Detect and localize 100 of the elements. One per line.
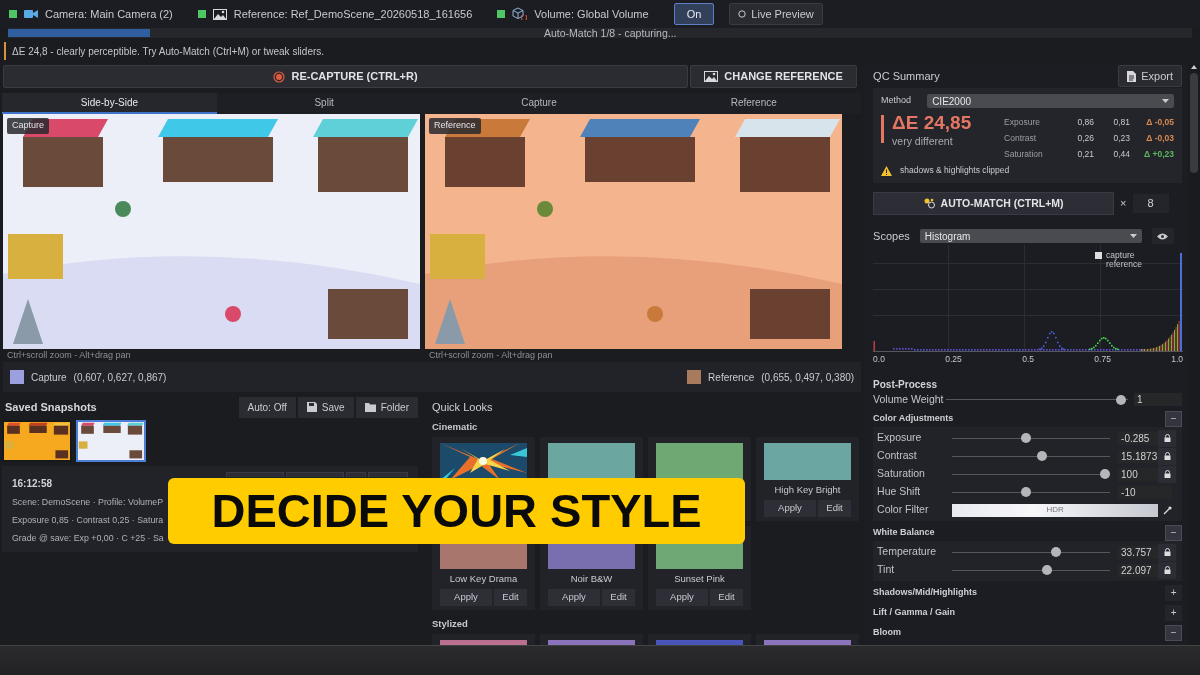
toggle-button[interactable]: + <box>1165 584 1183 601</box>
section-header: Bloom <box>873 625 902 639</box>
scroll-thumb[interactable] <box>1190 73 1198 173</box>
metric-name: Contrast <box>1004 131 1038 145</box>
export-button[interactable]: Export <box>1118 64 1183 88</box>
edit-button[interactable]: Edit <box>494 589 527 606</box>
section-header: Lift / Gamma / Gain <box>873 605 956 619</box>
snapshot-button[interactable]: Folder <box>355 396 418 418</box>
group-title: Stylized <box>432 616 469 631</box>
apply-button[interactable]: Apply <box>764 500 816 517</box>
snapshot-button[interactable]: Save <box>297 396 354 418</box>
caret-icon <box>1129 234 1137 238</box>
method-select[interactable]: CIE2000 <box>927 94 1175 108</box>
image-icon <box>212 8 227 20</box>
live-preview-button[interactable]: Live Preview <box>729 2 823 26</box>
viewer-hint: Ctrl+scroll zoom - Alt+drag pan <box>6 349 132 361</box>
metric-value: 0,44 <box>1112 147 1131 161</box>
section-header: Color Adjustments <box>873 411 954 425</box>
slider-label: Tint <box>877 562 896 578</box>
circle-icon <box>738 10 747 18</box>
change-reference-button[interactable]: CHANGE REFERENCE <box>690 65 858 88</box>
value-field[interactable]: -0.285 <box>1118 431 1159 445</box>
edit-button[interactable]: Edit <box>602 589 635 606</box>
eye-button[interactable] <box>1151 228 1174 244</box>
tick-label: 0.25 <box>945 353 962 365</box>
edit-button[interactable]: Edit <box>710 589 743 606</box>
hint-message: ΔE 24,8 - clearly perceptible. Try Auto-Match (Ctrl+M) or tweak sliders. <box>4 42 1200 60</box>
apply-button[interactable]: Apply <box>548 589 600 606</box>
lock-button[interactable] <box>1158 561 1177 579</box>
slider-label: Temperature <box>877 544 938 560</box>
slider-thumb[interactable] <box>1021 487 1032 497</box>
eyedropper-icon <box>1162 505 1172 515</box>
times-label: × <box>1120 196 1127 212</box>
warning-text: shadows & highlights clipped <box>900 164 1010 177</box>
slider-label: Contrast <box>877 448 918 464</box>
slider-thumb[interactable] <box>1100 469 1111 479</box>
section-title: Quick Looks <box>432 399 494 415</box>
slider-label: Exposure <box>877 430 923 446</box>
image-icon <box>704 71 719 82</box>
metric-delta: Δ +0,23 <box>1143 147 1175 161</box>
toggle-button[interactable]: + <box>1165 604 1183 621</box>
group-title: Cinematic <box>432 419 479 434</box>
toggle-button[interactable]: − <box>1165 624 1183 641</box>
snapshot-thumbnail[interactable] <box>76 420 146 462</box>
lock-icon <box>1163 434 1171 442</box>
slider-thumb[interactable] <box>1021 433 1032 443</box>
look-name: High Key Bright <box>774 483 841 497</box>
snapshot-thumbnail[interactable] <box>2 420 72 462</box>
value-field[interactable]: 100 <box>1118 467 1159 481</box>
status-text: Auto-Match 1/8 - capturing... <box>544 26 677 41</box>
lock-button[interactable] <box>1158 447 1177 465</box>
snapshot-info: Grade @ save: Exp +0,00 · C +25 · Sa <box>12 532 165 546</box>
snapshot-time: 16:12:58 <box>12 477 53 491</box>
value-field[interactable]: -10 <box>1118 485 1173 499</box>
look-name: Noir B&W <box>570 572 613 586</box>
scope-select[interactable]: Histogram <box>919 229 1142 243</box>
view-tab[interactable]: Capture <box>431 93 647 114</box>
toggle-button[interactable]: − <box>1165 524 1183 541</box>
value-field[interactable]: 1 <box>1134 393 1183 406</box>
lock-icon <box>1163 452 1171 460</box>
count-field[interactable]: 8 <box>1132 194 1169 213</box>
view-tab[interactable]: Split <box>216 93 432 114</box>
metric-value: 0,86 <box>1076 116 1095 129</box>
look-name: Low Key Drama <box>449 572 518 586</box>
apply-button[interactable]: Apply <box>440 589 492 606</box>
view-tab[interactable]: Reference <box>646 93 862 114</box>
record-icon <box>273 70 286 83</box>
value-field[interactable]: 33.757 <box>1118 545 1159 559</box>
slider-thumb[interactable] <box>1115 394 1126 405</box>
snapshot-button[interactable]: Auto: Off <box>238 396 296 418</box>
lock-button[interactable] <box>1158 465 1177 483</box>
color-filter-field[interactable]: HDR <box>952 503 1159 517</box>
camera-icon <box>24 9 38 19</box>
toggle-button[interactable]: On <box>673 2 715 26</box>
legend-label: reference <box>1106 260 1142 269</box>
value-field[interactable]: 22.097 <box>1118 563 1159 577</box>
toolbar-label: Reference: Ref_DemoScene_20260518_161656 <box>233 6 473 22</box>
viewer-hint: Ctrl+scroll zoom - Alt+drag pan <box>428 349 554 361</box>
legend-swatch <box>1095 252 1103 259</box>
lock-button[interactable] <box>1158 429 1177 447</box>
view-tab[interactable]: Side-by-Side <box>2 93 217 114</box>
delta-bar <box>881 115 885 143</box>
toolbar-label: Volume: Global Volume <box>534 6 649 22</box>
slider-label: Saturation <box>877 466 926 482</box>
value-field[interactable]: 15.1873 <box>1118 449 1159 463</box>
edit-button[interactable]: Edit <box>818 500 851 517</box>
recapture-button[interactable]: RE-CAPTURE (CTRL+R) <box>3 65 689 88</box>
apply-button[interactable]: Apply <box>656 589 708 606</box>
toggle-button[interactable]: − <box>1165 410 1183 427</box>
legend-label: capture <box>1106 251 1135 260</box>
lock-button[interactable] <box>1158 543 1177 561</box>
slider-thumb[interactable] <box>1041 565 1052 575</box>
section-header: Shadows/Mid/Highlights <box>873 585 978 599</box>
lock-icon <box>1163 470 1171 478</box>
metric-value: 0,26 <box>1076 131 1095 145</box>
auto-match-button[interactable]: AUTO-MATCH (CTRL+M) <box>873 192 1115 215</box>
lock-icon <box>1163 566 1171 574</box>
slider-thumb[interactable] <box>1051 547 1062 557</box>
slider-thumb[interactable] <box>1037 451 1048 461</box>
viewer-label: Reference <box>429 118 481 134</box>
